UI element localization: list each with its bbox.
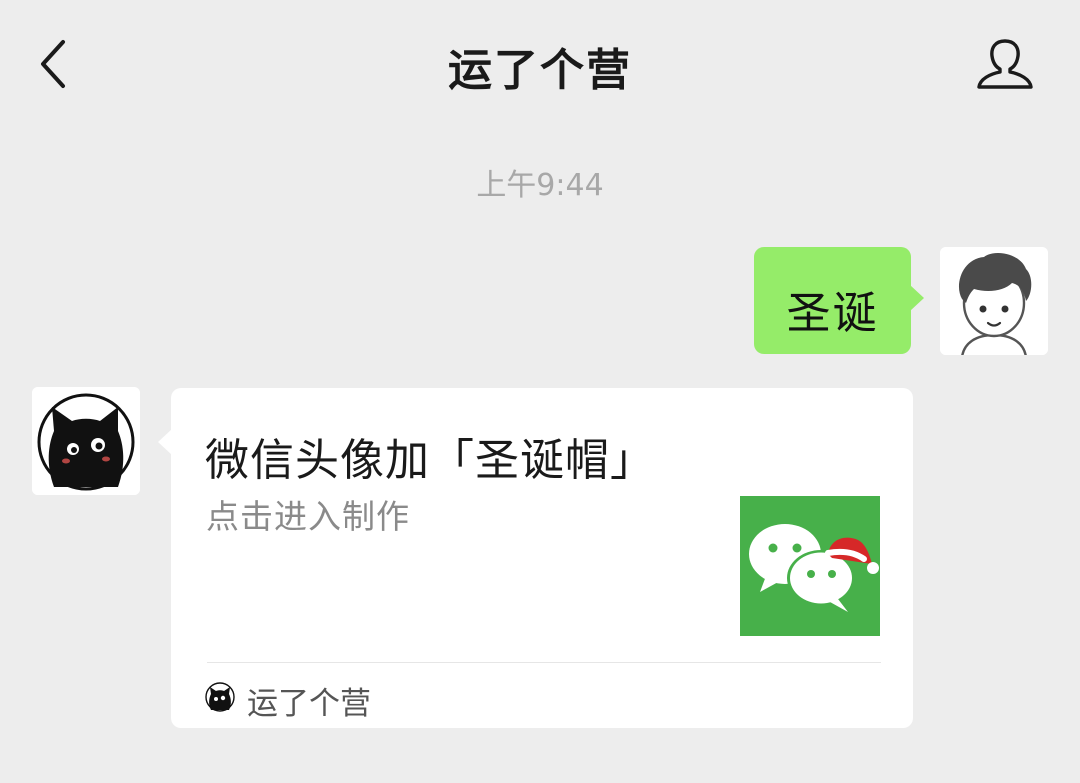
chat-title: 运了个营 (448, 45, 632, 96)
my-avatar[interactable] (940, 247, 1048, 355)
black-cat-avatar-icon (32, 387, 140, 495)
wechat-santa-hat-icon (740, 496, 880, 636)
contact-avatar[interactable] (32, 387, 140, 495)
outgoing-message-bubble[interactable]: 圣诞 (754, 247, 924, 354)
card-source-avatar (205, 682, 235, 712)
card-source-name: 运了个营 (247, 686, 371, 722)
card-divider (207, 662, 881, 663)
person-icon (977, 39, 1033, 89)
message-timestamp: 上午9:44 (476, 168, 604, 203)
black-cat-small-icon (205, 682, 235, 712)
boy-cartoon-avatar-icon (940, 247, 1048, 355)
card-description: 点击进入制作 (206, 497, 410, 536)
card-thumbnail (740, 496, 880, 636)
chat-info-button[interactable] (974, 36, 1036, 92)
link-card-message[interactable]: 微信头像加「圣诞帽」 点击进入制作 运了个营 (158, 388, 913, 728)
card-title: 微信头像加「圣诞帽」 (205, 435, 655, 486)
chat-header: 运了个营 (0, 0, 1080, 130)
outgoing-message-text: 圣诞 (786, 288, 879, 339)
